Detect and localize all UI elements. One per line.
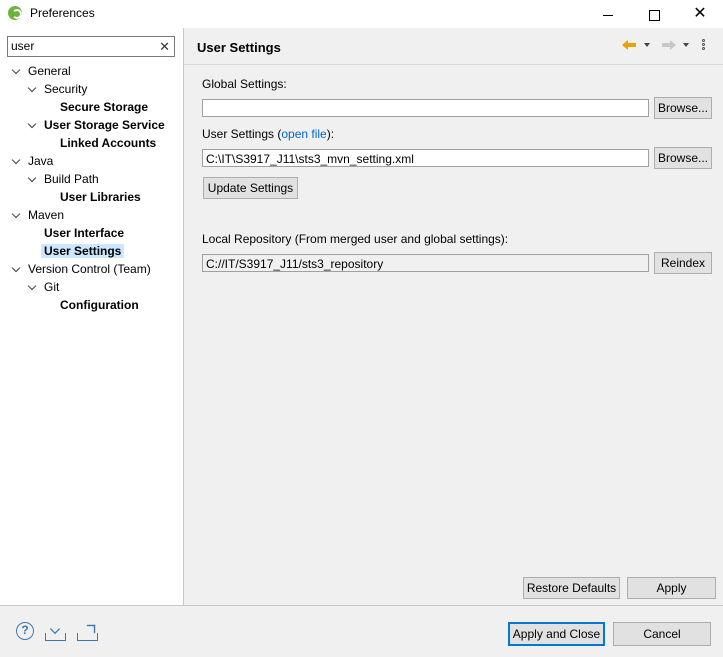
tree-item-label: User Libraries <box>60 190 141 204</box>
help-icon[interactable]: ? <box>16 622 34 640</box>
close-button[interactable]: ✕ <box>677 0 723 28</box>
filter-box: ✕ <box>7 36 175 57</box>
tree-item-label: Java <box>28 154 54 168</box>
tree-item-git[interactable]: Git <box>28 278 59 296</box>
local-repository-label: Local Repository (From merged user and g… <box>202 232 509 246</box>
tree-item-user-libraries[interactable]: User Libraries <box>60 188 141 206</box>
filter-input[interactable] <box>11 38 151 54</box>
tree-item-label: Maven <box>28 208 65 222</box>
cancel-button[interactable]: Cancel <box>613 622 711 646</box>
title-divider <box>184 64 723 65</box>
user-settings-label-suffix: ): <box>326 127 335 141</box>
back-arrow-icon[interactable] <box>622 40 636 50</box>
open-file-link[interactable]: open file <box>281 127 326 141</box>
user-settings-label: User Settings (open file): <box>202 127 334 141</box>
update-settings-button[interactable]: Update Settings <box>203 177 298 199</box>
tree-item-label: Configuration <box>60 298 139 312</box>
forward-dropdown-icon[interactable] <box>683 43 689 47</box>
window-title: Preferences <box>30 6 95 20</box>
global-settings-field[interactable] <box>202 99 649 117</box>
tree-item-security[interactable]: Security <box>28 80 87 98</box>
apply-button[interactable]: Apply <box>627 577 716 599</box>
tree-item-version-control[interactable]: Version Control (Team) <box>12 260 151 278</box>
chevron-down-icon[interactable] <box>12 206 21 224</box>
forward-arrow-icon[interactable] <box>662 40 676 50</box>
user-browse-button[interactable]: Browse... <box>654 147 712 169</box>
tree-item-label: General <box>28 64 71 78</box>
export-icon[interactable] <box>77 623 99 641</box>
tree-item-build-path[interactable]: Build Path <box>28 170 99 188</box>
close-icon: ✕ <box>693 5 707 22</box>
tree-item-label: Linked Accounts <box>60 136 157 150</box>
preferences-tree-panel: ✕ General Security Secure Storage User S… <box>0 28 184 605</box>
chevron-down-icon[interactable] <box>12 62 21 80</box>
clear-filter-icon[interactable]: ✕ <box>159 37 170 56</box>
chevron-down-icon[interactable] <box>12 260 21 278</box>
tree-item-label: Security <box>44 82 88 96</box>
page-navigation <box>622 38 712 54</box>
tree-item-configuration[interactable]: Configuration <box>60 296 139 314</box>
tree-item-label: Build Path <box>44 172 99 186</box>
tree-item-user-storage-service[interactable]: User Storage Service <box>28 116 165 134</box>
chevron-down-icon[interactable] <box>28 278 37 296</box>
global-settings-label: Global Settings: <box>202 77 287 91</box>
tree-item-general[interactable]: General <box>12 62 71 80</box>
title-bar: Preferences ✕ <box>0 0 723 28</box>
tree-item-maven[interactable]: Maven <box>12 206 64 224</box>
apply-and-close-button[interactable]: Apply and Close <box>508 622 605 646</box>
chevron-down-icon[interactable] <box>28 80 37 98</box>
restore-defaults-button[interactable]: Restore Defaults <box>523 577 620 599</box>
tree-item-user-settings[interactable]: User Settings <box>41 242 125 260</box>
tree-item-user-interface[interactable]: User Interface <box>44 224 124 242</box>
tree-item-label: Secure Storage <box>60 100 149 114</box>
import-icon[interactable] <box>45 623 67 641</box>
view-menu-icon[interactable] <box>702 39 706 53</box>
tree-item-label: Git <box>44 280 60 294</box>
tree-item-label: Version Control (Team) <box>28 262 151 276</box>
tree-item-secure-storage[interactable]: Secure Storage <box>60 98 148 116</box>
tree-item-java[interactable]: Java <box>12 152 53 170</box>
settings-page: User Settings Global Settings: Browse...… <box>184 28 723 605</box>
chevron-down-icon[interactable] <box>12 152 21 170</box>
page-title: User Settings <box>197 40 281 55</box>
footer-divider <box>0 605 723 606</box>
minimize-icon <box>603 14 613 16</box>
tree-item-linked-accounts[interactable]: Linked Accounts <box>60 134 156 152</box>
back-dropdown-icon[interactable] <box>644 43 650 47</box>
maximize-button[interactable] <box>631 0 677 28</box>
user-settings-field[interactable]: C:\IT\S3917_J11\sts3_mvn_setting.xml <box>202 149 649 167</box>
minimize-button[interactable] <box>585 0 631 28</box>
reindex-button[interactable]: Reindex <box>654 252 712 274</box>
user-settings-label-prefix: User Settings ( <box>202 127 282 141</box>
global-browse-button[interactable]: Browse... <box>654 97 712 119</box>
maximize-icon <box>648 9 660 21</box>
chevron-down-icon[interactable] <box>28 116 37 134</box>
tree-item-label: User Interface <box>44 226 125 240</box>
spring-app-icon <box>8 6 22 20</box>
tree-item-label: User Storage Service <box>44 118 165 132</box>
tree-item-label: User Settings <box>41 244 125 258</box>
chevron-down-icon[interactable] <box>28 170 37 188</box>
local-repository-field: C://IT/S3917_J11/sts3_repository <box>202 254 649 272</box>
